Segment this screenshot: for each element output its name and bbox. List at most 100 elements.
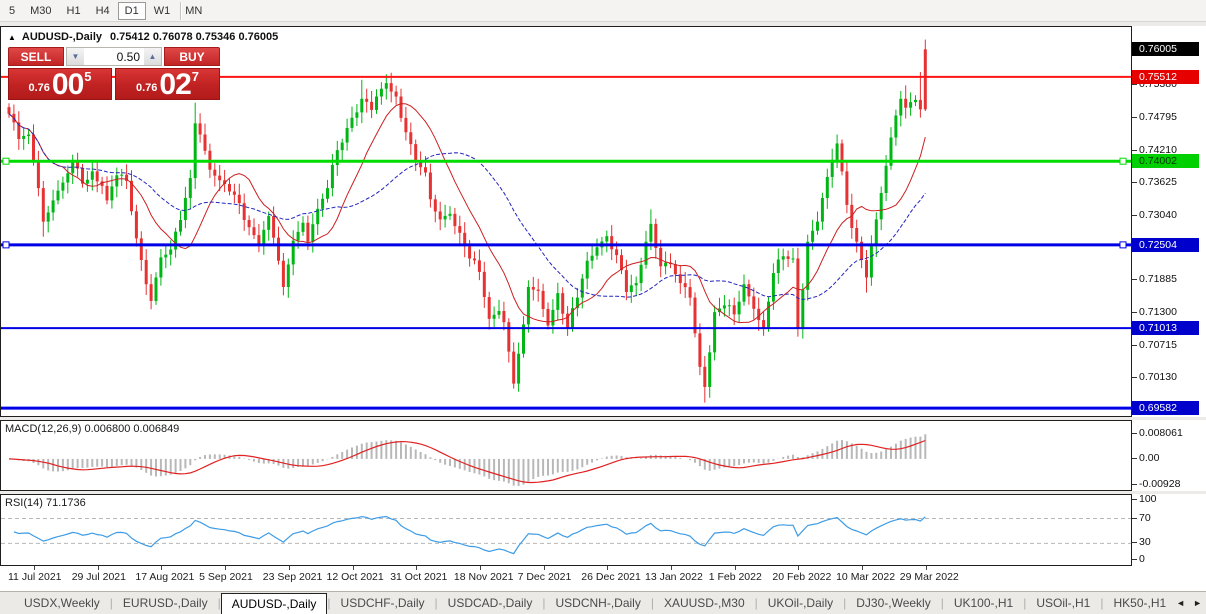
candle-body xyxy=(737,301,741,315)
candle-body xyxy=(144,260,148,285)
chart-tab-hk50-h1[interactable]: HK50-,H1 xyxy=(1103,592,1176,614)
candle-body xyxy=(796,258,800,328)
one-click-collapse-icon[interactable]: ▲ xyxy=(8,33,16,42)
timeframe-button-D1[interactable]: D1 xyxy=(117,1,146,20)
candle-body xyxy=(139,238,143,261)
candle-body xyxy=(409,132,413,145)
chart-tab-audusd-daily[interactable]: AUDUSD-,Daily xyxy=(220,593,328,614)
candle-body xyxy=(66,173,70,183)
price-axis-tick xyxy=(1132,214,1137,216)
volume-increase-icon[interactable]: ▲ xyxy=(144,48,161,65)
date-axis-label: 20 Feb 2022 xyxy=(772,571,832,583)
date-axis-tick xyxy=(288,566,290,570)
date-axis-tick xyxy=(798,566,800,570)
candle-body xyxy=(541,290,545,309)
price-axis-label: 0.70715 xyxy=(1139,338,1177,351)
date-axis-tick xyxy=(352,566,354,570)
candle-body xyxy=(389,83,393,92)
chart-tab-ukoil-daily[interactable]: UKOil-,Daily xyxy=(758,592,843,614)
candle-body xyxy=(311,224,315,242)
buy-button[interactable]: BUY xyxy=(164,47,220,66)
candle-body xyxy=(179,219,182,232)
timeframe-button-H4[interactable]: H4 xyxy=(89,2,117,20)
date-axis-tick xyxy=(734,566,736,570)
candle-body xyxy=(345,127,349,143)
chart-tab-dj30-weekly[interactable]: DJ30-,Weekly xyxy=(846,592,940,614)
chart-tab-uk100-h1[interactable]: UK100-,H1 xyxy=(944,592,1023,614)
sell-price-prefix: 0.76 xyxy=(28,82,50,94)
date-axis-label: 17 Aug 2021 xyxy=(135,571,195,583)
timeframe-button-5[interactable]: 5 xyxy=(2,2,22,20)
candle-body xyxy=(257,235,261,244)
tabs-scroll-right-icon[interactable]: ► xyxy=(1193,598,1202,608)
candle-body xyxy=(595,247,599,256)
timeframe-button-M30[interactable]: M30 xyxy=(23,2,58,20)
price-axis-label: 0.71885 xyxy=(1139,273,1177,286)
candle-body xyxy=(894,115,898,138)
candle-body xyxy=(95,171,99,182)
candle-body xyxy=(272,216,276,238)
candle-body xyxy=(448,213,452,216)
candle-body xyxy=(7,107,11,114)
time-axis[interactable]: 11 Jul 2021 29 Jul 2021 17 Aug 2021 5 Sep 2… xyxy=(0,566,1206,591)
rsi-axis-tick xyxy=(1132,517,1137,519)
candle-body xyxy=(811,230,815,242)
candle-body xyxy=(286,264,290,287)
price-axis-tick xyxy=(1132,84,1137,86)
candle-body xyxy=(556,293,560,310)
candle-body xyxy=(404,117,408,133)
rsi-axis-tick xyxy=(1132,498,1137,500)
chart-tab-usdchf-daily[interactable]: USDCHF-,Daily xyxy=(331,592,435,614)
candle-body xyxy=(806,241,810,290)
price-badge-0.69582: 0.69582 xyxy=(1132,401,1199,416)
candle-body xyxy=(443,215,447,220)
mt4-window: 5 M30 H1 H4 D1 W1 MN ▲ AUDUSD-,Daily 0.75412 0… xyxy=(0,0,1206,614)
date-axis-label: 26 Dec 2021 xyxy=(581,571,641,583)
candle-body xyxy=(149,284,153,301)
volume-input[interactable] xyxy=(84,48,144,65)
chart-tab-usdcnh-daily[interactable]: USDCNH-,Daily xyxy=(545,592,650,614)
candle-body xyxy=(879,193,883,220)
timeframe-button-H1[interactable]: H1 xyxy=(60,2,88,20)
sell-button[interactable]: SELL xyxy=(8,47,64,66)
candle-body xyxy=(605,236,609,242)
candle-body xyxy=(85,179,89,184)
timeframe-button-MN[interactable]: MN xyxy=(178,2,209,20)
buy-price-prefix: 0.76 xyxy=(135,82,158,94)
line-handle[interactable] xyxy=(2,157,10,165)
candle-body xyxy=(732,305,736,315)
candle-body xyxy=(174,231,178,250)
candle-body xyxy=(134,211,138,239)
candle-body xyxy=(433,199,437,212)
chart-tab-usoil-h1[interactable]: USOil-,H1 xyxy=(1026,592,1100,614)
tabs-scroll-left-icon[interactable]: ◄ xyxy=(1176,598,1185,608)
candle-body xyxy=(306,222,310,242)
buy-price-button[interactable]: 0.76 02 7 xyxy=(115,68,220,100)
date-axis-label: 23 Sep 2021 xyxy=(262,571,323,583)
candle-body xyxy=(453,213,457,227)
candle-body xyxy=(267,216,271,230)
candle-body xyxy=(561,293,565,314)
candle-body xyxy=(394,91,398,97)
chart-tab-xauusd-m30[interactable]: XAUUSD-,M30 xyxy=(654,592,755,614)
sell-price-button[interactable]: 0.76 00 5 xyxy=(8,68,112,100)
timeframe-button-W1[interactable]: W1 xyxy=(147,2,178,20)
chart-tab-usdx-weekly[interactable]: USDX,Weekly xyxy=(14,592,110,614)
rsi-axis-label: 0 xyxy=(1139,553,1145,565)
candle-body xyxy=(159,257,163,278)
candle-body xyxy=(629,285,633,293)
buy-price-pip: 7 xyxy=(191,69,200,84)
line-handle[interactable] xyxy=(1119,157,1127,165)
volume-decrease-icon[interactable]: ▼ xyxy=(67,48,84,65)
rsi-panel[interactable] xyxy=(0,494,1132,566)
candle-body xyxy=(198,123,202,135)
line-handle[interactable] xyxy=(2,241,10,249)
chart-tab-eurusd-daily[interactable]: EURUSD-,Daily xyxy=(113,592,218,614)
chart-tab-usdcad-daily[interactable]: USDCAD-,Daily xyxy=(438,592,543,614)
rsi-canvas[interactable] xyxy=(1,495,1131,565)
line-handle[interactable] xyxy=(1119,241,1127,249)
candle-body xyxy=(228,183,231,192)
candle-body xyxy=(473,258,476,261)
candle-body xyxy=(546,308,550,326)
candle-body xyxy=(36,161,40,189)
